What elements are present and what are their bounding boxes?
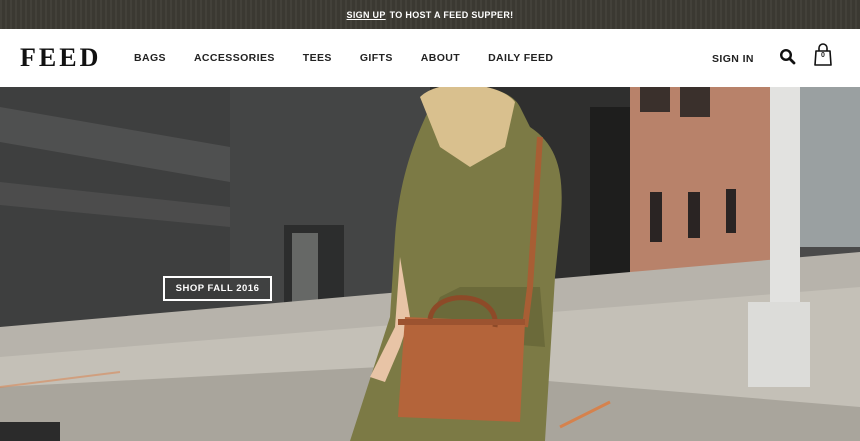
search-icon [779, 48, 796, 65]
nav-item-bags[interactable]: BAGS [134, 52, 166, 64]
cart-button[interactable]: 0 [813, 43, 833, 67]
search-button[interactable] [779, 48, 797, 66]
nav-item-tees[interactable]: TEES [303, 52, 332, 64]
logo[interactable]: FEED [20, 44, 110, 70]
nav-item-gifts[interactable]: GIFTS [360, 52, 393, 64]
primary-nav: BAGS ACCESSORIES TEES GIFTS ABOUT DAILY … [134, 29, 581, 87]
promo-banner: SIGN UP TO HOST A FEED SUPPER! [0, 0, 860, 29]
feed-logo-mark: FEED [20, 44, 101, 70]
sign-in-link[interactable]: SIGN IN [712, 53, 754, 65]
promo-text: TO HOST A FEED SUPPER! [389, 9, 514, 20]
nav-item-daily-feed[interactable]: DAILY FEED [488, 52, 553, 64]
shop-fall-button[interactable]: SHOP FALL 2016 [163, 276, 272, 301]
hero-banner[interactable]: SHOP FALL 2016 [0, 87, 860, 441]
svg-text:FEED: FEED [20, 44, 101, 70]
promo-signup-link[interactable]: SIGN UP [347, 10, 386, 20]
nav-item-accessories[interactable]: ACCESSORIES [194, 52, 275, 64]
hero-image [0, 87, 860, 441]
nav-item-about[interactable]: ABOUT [421, 52, 460, 64]
cart-count: 0 [821, 52, 825, 59]
main-header: FEED BAGS ACCESSORIES TEES GIFTS ABOUT D… [0, 29, 860, 87]
